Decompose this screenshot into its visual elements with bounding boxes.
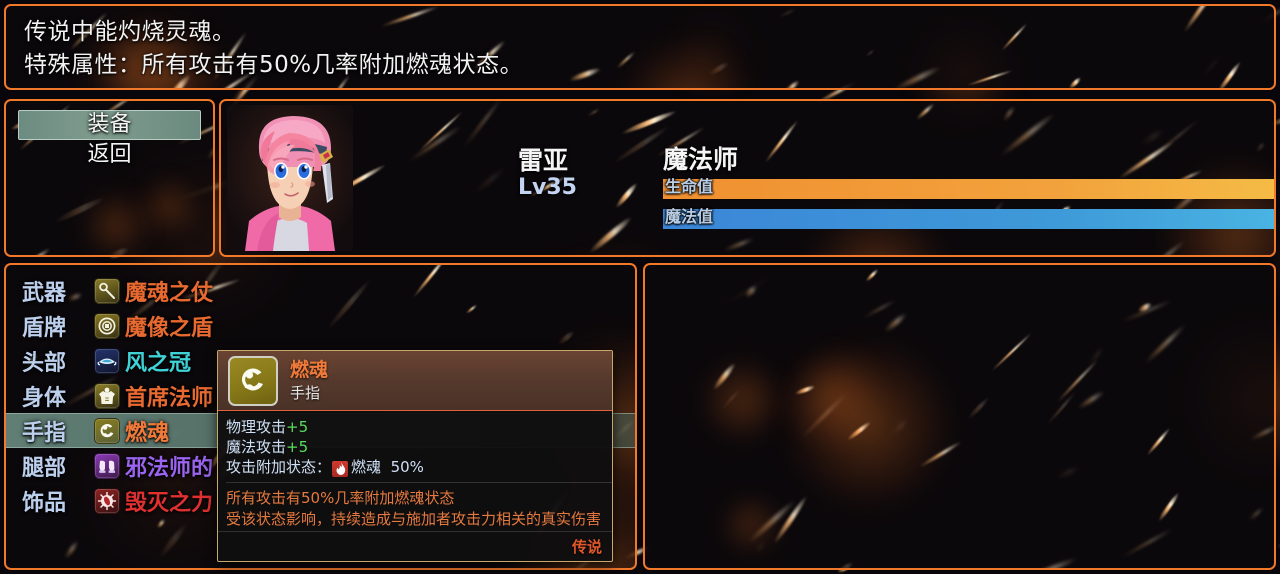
character-info: 雷亚 Lv35 魔法师 生命值 171/171 魔法值 242/242 [353, 105, 1274, 251]
tooltip-body: 物理攻击+5 魔法攻击+5 攻击附加状态： 燃魂 50% 所有攻击有50%几率附加… [218, 411, 612, 530]
shield-icon [94, 312, 120, 339]
equipment-item-name: 风之冠 [125, 350, 192, 376]
description-banner: 传说中能灼烧灵魂。 特殊属性：所有攻击有50%几率附加燃魂状态。 [4, 4, 1276, 90]
tooltip-divider [226, 482, 612, 483]
equipment-item-name: 魔魂之仗 [125, 280, 214, 306]
banner-line-2: 特殊属性：所有攻击有50%几率附加燃魂状态。 [24, 52, 524, 78]
detail-embers [645, 265, 1274, 568]
item-tooltip: 燃魂 手指 物理攻击+5 魔法攻击+5 攻击附加状态： 燃魂 50% 所有攻击有5… [217, 350, 613, 562]
tooltip-status-label: 攻击附加状态： [226, 458, 332, 476]
banner-line-1: 传说中能灼烧灵魂。 [24, 19, 236, 45]
equipment-slot-label: 武器 [22, 280, 67, 306]
tooltip-description-line: 所有攻击有50%几率附加燃魂状态 [226, 489, 455, 507]
hp-bar-label: 生命值 [665, 177, 714, 196]
tooltip-stat-value: +5 [286, 418, 309, 436]
tooltip-stat-value: +5 [286, 438, 309, 456]
equipment-slot-label: 腿部 [22, 455, 67, 481]
character-portrait[interactable] [227, 105, 353, 251]
detail-panel [643, 263, 1276, 570]
flame-icon [332, 460, 349, 477]
character-panel: 雷亚 Lv35 魔法师 生命值 171/171 魔法值 242/242 [219, 99, 1276, 257]
character-level: Lv35 [518, 175, 577, 200]
amulet-icon [94, 487, 120, 514]
game-screen: 传说中能灼烧灵魂。 特殊属性：所有攻击有50%几率附加燃魂状态。 装备 返回 雷… [0, 0, 1280, 574]
tooltip-footer: 传说 [218, 531, 612, 561]
equipment-item-name: 燃魂 [125, 420, 170, 446]
rarity-badge: 传说 [571, 538, 602, 556]
robe-icon [94, 382, 120, 409]
equipment-row-武器[interactable]: 武器 魔魂之仗 [6, 273, 635, 308]
tooltip-status-row: 攻击附加状态： 燃魂 50% [226, 457, 612, 477]
hp-bar: 生命值 171/171 [663, 177, 1274, 199]
tooltip-description-line: 受该状态影响，持续造成与施加者攻击力相关的真实伤害 [226, 510, 602, 528]
menu-panel: 装备 返回 [4, 99, 215, 257]
mp-bar-fill [663, 209, 1274, 229]
ring-icon [94, 417, 120, 444]
tooltip-item-name: 燃魂 [290, 358, 329, 381]
equipment-item-name: 毁灭之力 [125, 490, 214, 516]
boots-icon [94, 452, 120, 479]
tooltip-stat-label: 魔法攻击 [226, 438, 287, 456]
equipment-slot-label: 身体 [22, 385, 67, 411]
tooltip-stat-label: 物理攻击 [226, 418, 287, 436]
equipment-slot-label: 头部 [22, 350, 67, 376]
menu-item-equip[interactable]: 装备 [18, 110, 201, 140]
mp-bar: 魔法值 242/242 [663, 207, 1274, 229]
equipment-row-盾牌[interactable]: 盾牌 魔像之盾 [6, 308, 635, 343]
tooltip-status-chance: 50% [390, 458, 424, 476]
mp-bar-label: 魔法值 [665, 207, 714, 226]
equipment-slot-label: 盾牌 [22, 315, 67, 341]
equipment-slot-label: 饰品 [22, 490, 67, 516]
equipment-item-name: 邪法师的 [125, 455, 214, 481]
staff-icon [94, 277, 120, 304]
crown-icon [94, 347, 120, 374]
character-name: 雷亚 [518, 146, 569, 175]
tooltip-header: 燃魂 手指 [218, 351, 612, 411]
character-class: 魔法师 [663, 145, 739, 174]
equipment-item-name: 魔像之盾 [125, 315, 214, 341]
ring-icon [228, 355, 278, 406]
tooltip-stat-row: 物理攻击+5 [226, 417, 612, 437]
tooltip-status-name: 燃魂 [351, 458, 382, 476]
equipment-item-name: 首席法师 [125, 385, 214, 411]
hp-bar-fill [663, 179, 1274, 199]
tooltip-item-slot: 手指 [290, 383, 321, 402]
tooltip-stat-row: 魔法攻击+5 [226, 437, 612, 457]
menu-item-back[interactable]: 返回 [18, 140, 201, 170]
equipment-slot-label: 手指 [22, 420, 67, 446]
